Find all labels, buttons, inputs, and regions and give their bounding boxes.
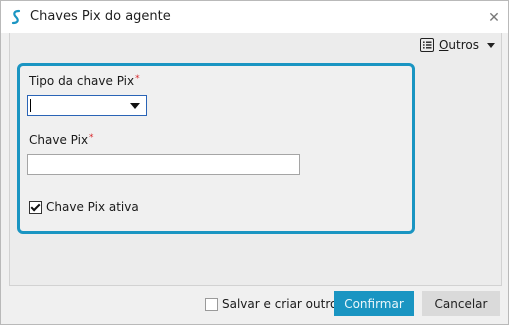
list-icon (419, 38, 434, 52)
tipo-chave-select[interactable] (27, 95, 147, 116)
chave-ativa-label: Chave Pix ativa (46, 200, 139, 214)
salvar-criar-outro-row[interactable]: Salvar e criar outro (205, 297, 337, 311)
dialog-window: Chaves Pix do agente ✕ Outros Tipo da ch… (0, 0, 509, 325)
cancel-button[interactable]: Cancelar (422, 291, 500, 316)
chave-pix-label: Chave Pix* (29, 133, 94, 147)
form-panel: Tipo da chave Pix* Chave Pix* Chave Pix … (17, 63, 415, 234)
outros-menu-button[interactable]: Outros (419, 36, 495, 54)
salvar-criar-outro-checkbox[interactable] (205, 297, 218, 311)
chave-ativa-checkbox-row[interactable]: Chave Pix ativa (29, 200, 139, 214)
confirm-button[interactable]: Confirmar (334, 291, 414, 316)
required-marker: * (135, 74, 140, 84)
close-button[interactable]: ✕ (486, 10, 502, 26)
required-marker: * (89, 133, 94, 143)
dropdown-arrow-icon (130, 103, 140, 109)
outros-label: Outros (438, 38, 479, 52)
title-bar: Chaves Pix do agente ✕ (1, 1, 508, 33)
s-logo-icon (11, 9, 21, 25)
salvar-criar-outro-label: Salvar e criar outro (222, 297, 338, 311)
window-title: Chaves Pix do agente (30, 9, 171, 24)
text-caret (30, 99, 31, 112)
chave-ativa-checkbox[interactable] (29, 200, 42, 214)
chave-pix-input[interactable] (27, 154, 300, 175)
close-icon: ✕ (488, 10, 500, 26)
chevron-down-icon (487, 42, 495, 48)
tipo-chave-label: Tipo da chave Pix* (29, 74, 140, 88)
